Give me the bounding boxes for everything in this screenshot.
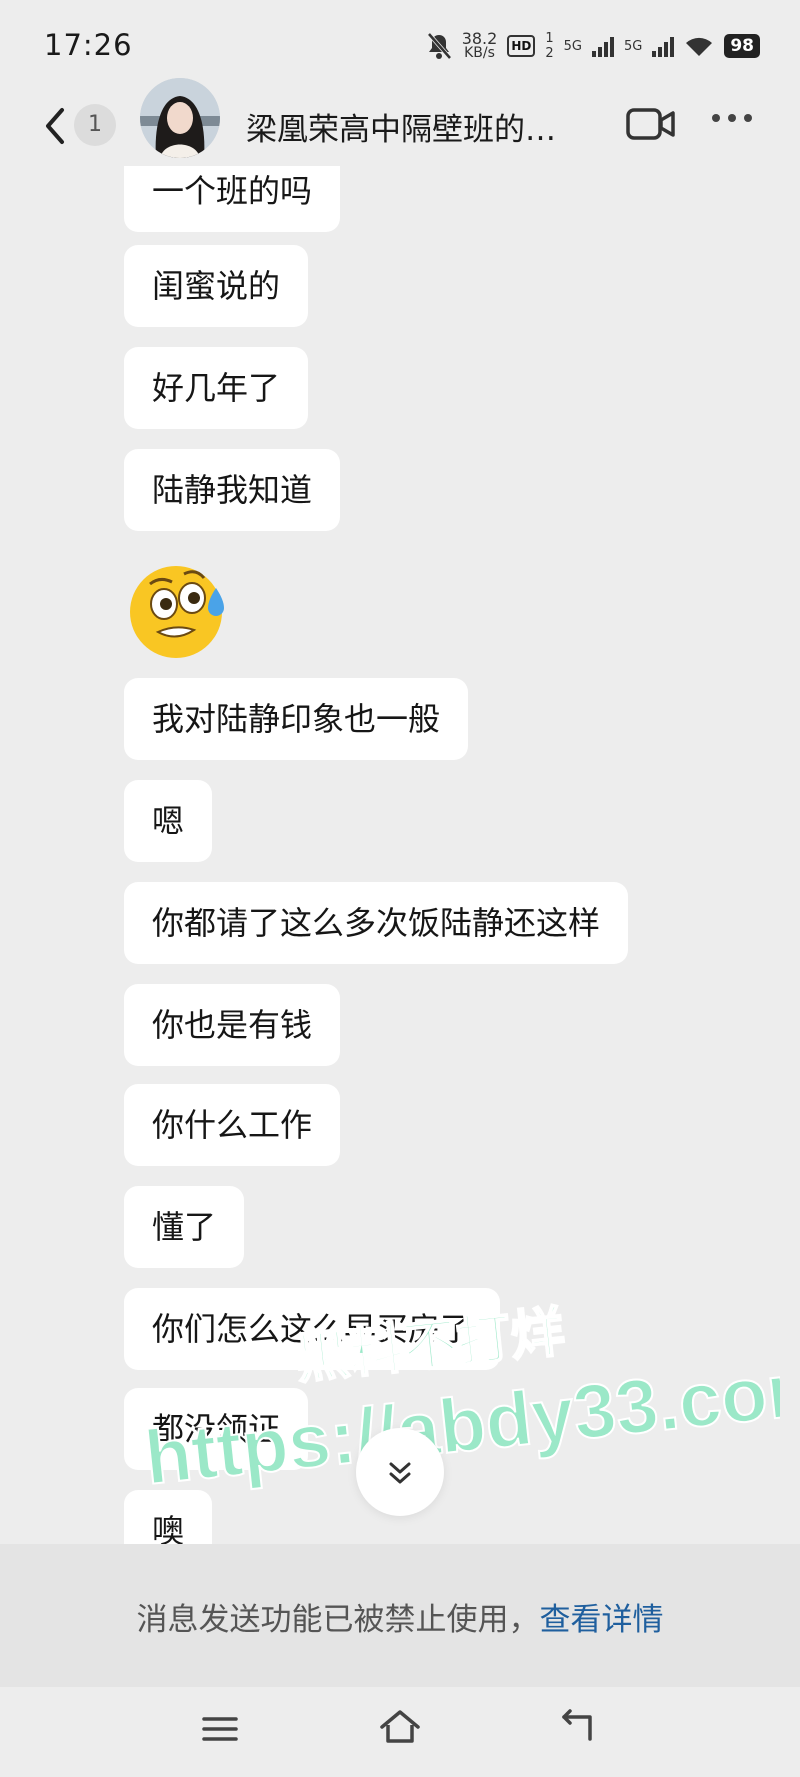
message-bubble[interactable]: 都没领证 [124,1388,309,1470]
message-bubble[interactable]: 闺蜜说的 [124,245,309,327]
sweating-nervous-face-emoji[interactable] [124,554,238,664]
sim2-label: 2 [545,46,554,61]
sending-disabled-notice: 消息发送功能已被禁止使用，查看详情 [0,1544,800,1687]
net-speed-unit: KB/s [464,45,495,61]
signal2-label: 5G [623,38,643,54]
message-list[interactable]: 一个班的吗 闺蜜说的 好几年了 陆静我知道 我对陆静印象也一般 嗯 你都请了这么… [0,166,800,1544]
view-details-link[interactable]: 查看详情 [540,1602,664,1638]
message-bubble[interactable]: 好几年了 [124,347,309,429]
avatar[interactable] [140,78,220,158]
home-icon[interactable] [378,1707,422,1747]
message-bubble[interactable]: 噢 [124,1490,213,1544]
signal-icon [591,35,614,57]
notice-row: 消息发送功能已被禁止使用，查看详情 [0,1594,800,1639]
menu-icon[interactable] [200,1711,240,1747]
chat-header: 1 梁凰荣高中隔壁班的… [0,78,800,166]
message-bubble[interactable]: 陆静我知道 [124,449,341,531]
battery-icon: 98 [724,34,760,58]
message-bubble[interactable]: 你都请了这么多次饭陆静还这样 [124,882,629,964]
back-return-icon[interactable] [556,1707,600,1747]
chat-title: 梁凰荣高中隔壁班的… [246,112,556,148]
unread-count-badge[interactable]: 1 [74,104,116,146]
wifi-icon [686,37,713,56]
video-camera-icon[interactable] [625,104,677,144]
message-bubble[interactable]: 我对陆静印象也一般 [124,678,469,760]
message-bubble[interactable]: 你也是有钱 [124,984,341,1066]
message-bubble[interactable]: 你们怎么这么早买房了 [124,1288,501,1370]
sim1-label: 1 [545,31,554,46]
signal1-label: 5G [563,38,582,54]
more-dots-icon[interactable] [712,114,752,122]
net-speed: 38.2 KB/s [461,29,498,61]
hd-call-icon: HD [507,35,536,57]
signal-icon [652,35,675,57]
system-navigation-bar [0,1687,800,1777]
sim-slot-label: 12 [545,31,553,61]
avatar-image [140,78,220,158]
message-bubble[interactable]: 嗯 [124,780,213,862]
status-icons: 38.2 KB/s HD 12 5G 5G 98 [426,26,760,66]
message-bubble[interactable]: 一个班的吗 [124,166,341,232]
message-bubble[interactable]: 懂了 [124,1186,245,1268]
double-chevron-down-icon [389,1462,411,1484]
status-time: 17:26 [44,28,133,62]
chevron-left-icon[interactable] [40,106,70,146]
net-speed-value: 38.2 [461,29,498,48]
notice-text: 消息发送功能已被禁止使用， [136,1602,540,1638]
status-bar: 17:26 38.2 KB/s HD 12 5G 5G 98 [0,0,800,92]
message-bubble[interactable]: 你什么工作 [124,1084,341,1166]
mute-bell-icon [427,32,452,60]
scroll-down-button[interactable] [356,1428,444,1516]
